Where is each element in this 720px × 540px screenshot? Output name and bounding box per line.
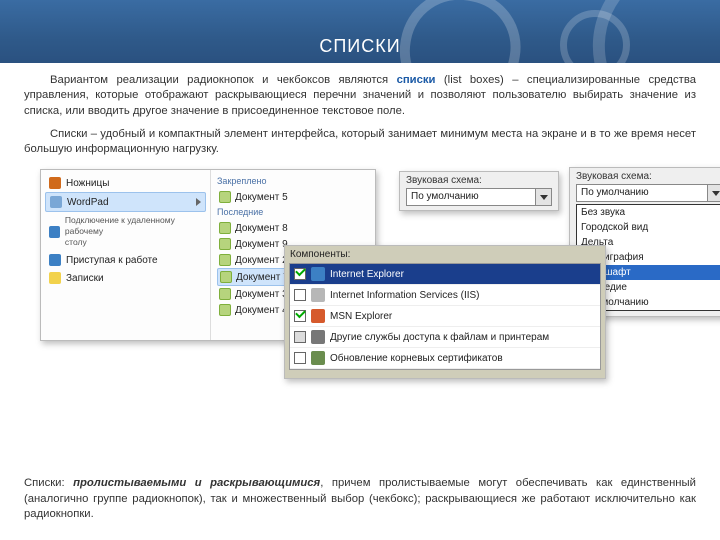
components-window: Компоненты: Internet Explorer Internet I… bbox=[284, 245, 606, 379]
sound-scheme-select[interactable]: По умолчанию bbox=[406, 188, 552, 206]
label: MSN Explorer bbox=[330, 311, 392, 322]
ie-icon bbox=[311, 267, 325, 281]
start-menu-left-pane: Ножницы WordPad Подключение к удаленному… bbox=[41, 170, 211, 340]
menu-item-getting-started[interactable]: Приступая к работе bbox=[45, 251, 206, 269]
iis-icon bbox=[311, 288, 325, 302]
description-paragraph: Списки – удобный и компактный элемент ин… bbox=[24, 127, 696, 158]
label: Документ 4 bbox=[235, 305, 288, 316]
doc-icon bbox=[219, 191, 231, 203]
cert-icon bbox=[311, 351, 325, 365]
label: Подключение к удаленному рабочемустолу bbox=[65, 215, 202, 248]
doc-icon bbox=[219, 238, 231, 250]
dropdown-button[interactable] bbox=[535, 189, 551, 205]
menu-item-notes[interactable]: Записки bbox=[45, 269, 206, 287]
label: Другие службы доступа к файлам и принтер… bbox=[330, 332, 549, 343]
component-ie[interactable]: Internet Explorer bbox=[290, 264, 600, 285]
component-root-certs[interactable]: Обновление корневых сертификатов bbox=[290, 348, 600, 369]
chevron-down-icon bbox=[712, 191, 720, 196]
emphasis: пролистываемыми и раскрывающимися bbox=[73, 477, 320, 489]
header-banner: СПИСКИ bbox=[0, 0, 720, 63]
note-icon bbox=[49, 272, 61, 284]
chevron-down-icon bbox=[540, 195, 548, 200]
doc-icon bbox=[220, 271, 232, 283]
label: Ножницы bbox=[66, 178, 109, 189]
components-label: Компоненты: bbox=[285, 246, 605, 263]
dropdown-value: По умолчанию bbox=[581, 187, 649, 198]
checkbox-checked[interactable] bbox=[294, 268, 306, 280]
msn-icon bbox=[311, 309, 325, 323]
label: Документ 3 bbox=[235, 289, 288, 300]
menu-item-wordpad[interactable]: WordPad bbox=[45, 192, 206, 212]
wordpad-icon bbox=[50, 196, 62, 208]
chevron-right-icon bbox=[196, 198, 201, 206]
components-list: Internet Explorer Internet Information S… bbox=[289, 263, 601, 370]
keyword-lists: списки bbox=[397, 74, 436, 86]
component-other-services[interactable]: Другие службы доступа к файлам и принтер… bbox=[290, 327, 600, 348]
flag-icon bbox=[49, 254, 61, 266]
intro-paragraph: Вариантом реализации радиокнопок и чекбо… bbox=[24, 73, 696, 119]
section-pinned: Закреплено bbox=[217, 176, 369, 186]
label: Internet Explorer bbox=[330, 269, 404, 280]
checkbox-checked[interactable] bbox=[294, 310, 306, 322]
label: Документ 7 bbox=[236, 272, 289, 283]
checkbox[interactable] bbox=[294, 352, 306, 364]
text: Вариантом реализации радиокнопок и чекбо… bbox=[50, 74, 397, 86]
scissors-icon bbox=[49, 177, 61, 189]
label: Документ 2 bbox=[235, 255, 288, 266]
option-city[interactable]: Городской вид bbox=[577, 220, 720, 235]
rdp-icon bbox=[49, 226, 60, 238]
text: Подключение к удаленному рабочему bbox=[65, 215, 175, 236]
dropdown-label: Звуковая схема: bbox=[576, 171, 720, 182]
option-no-sound[interactable]: Без звука bbox=[577, 205, 720, 220]
menu-item-rdp[interactable]: Подключение к удаленному рабочемустолу bbox=[45, 212, 206, 251]
dropdown-closed: Звуковая схема: По умолчанию bbox=[399, 171, 559, 211]
label: Записки bbox=[66, 273, 104, 284]
dropdown-value: По умолчанию bbox=[411, 191, 479, 202]
dropdown-label: Звуковая схема: bbox=[406, 175, 552, 186]
recent-doc[interactable]: Документ 8 bbox=[217, 220, 369, 236]
doc-icon bbox=[219, 254, 231, 266]
section-recent: Последние bbox=[217, 207, 369, 217]
label: Internet Information Services (IIS) bbox=[330, 290, 480, 301]
checkbox-indeterminate[interactable] bbox=[294, 331, 306, 343]
component-iis[interactable]: Internet Information Services (IIS) bbox=[290, 285, 600, 306]
doc-icon bbox=[219, 304, 231, 316]
component-msn[interactable]: MSN Explorer bbox=[290, 306, 600, 327]
text: столу bbox=[65, 237, 87, 247]
checkbox[interactable] bbox=[294, 289, 306, 301]
label: Обновление корневых сертификатов bbox=[330, 353, 503, 364]
page-title: СПИСКИ bbox=[0, 36, 720, 57]
label: Приступая к работе bbox=[66, 255, 158, 266]
recent-doc[interactable]: Документ 5 bbox=[217, 189, 369, 205]
label: Документ 5 bbox=[235, 192, 288, 203]
summary-paragraph: Списки: пролистываемыми и раскрывающимис… bbox=[24, 476, 696, 522]
doc-icon bbox=[219, 222, 231, 234]
label: WordPad bbox=[67, 197, 109, 208]
dropdown-button[interactable] bbox=[707, 185, 720, 201]
sound-scheme-select[interactable]: По умолчанию bbox=[576, 184, 720, 202]
doc-icon bbox=[219, 288, 231, 300]
text: Списки: bbox=[24, 477, 73, 489]
menu-item-snipping[interactable]: Ножницы bbox=[45, 174, 206, 192]
label: Документ 9 bbox=[235, 239, 288, 250]
services-icon bbox=[311, 330, 325, 344]
examples-gallery: Ножницы WordPad Подключение к удаленному… bbox=[24, 165, 696, 385]
label: Документ 8 bbox=[235, 223, 288, 234]
